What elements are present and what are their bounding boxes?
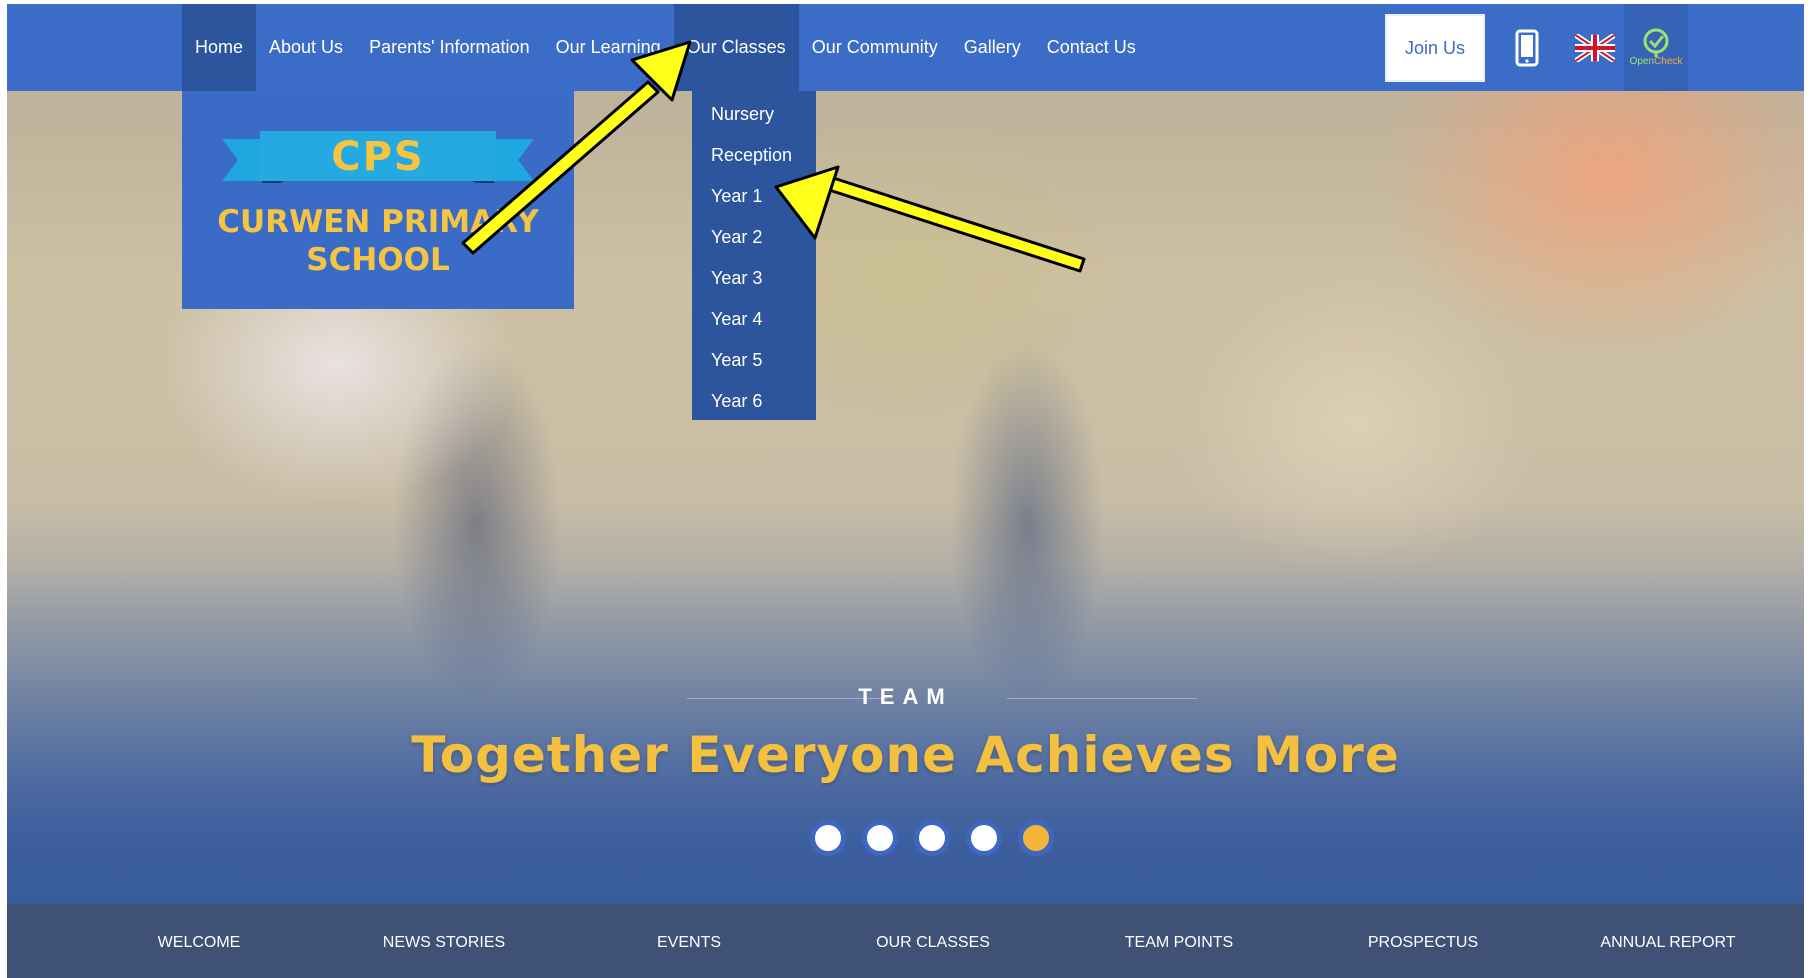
- dropdown-item-year-4[interactable]: Year 4: [692, 304, 816, 345]
- slider-pagination: [810, 820, 1054, 856]
- school-logo[interactable]: CPS CURWEN PRIMARY SCHOOL: [182, 91, 574, 309]
- nav-gallery[interactable]: Gallery: [951, 4, 1034, 91]
- slider-dot-5[interactable]: [1018, 820, 1054, 856]
- slider-dot-1[interactable]: [810, 820, 846, 856]
- quick-link-events[interactable]: EVENTS: [657, 934, 721, 952]
- quick-link-team-points[interactable]: TEAM POINTS: [1125, 934, 1233, 952]
- nav-about-us[interactable]: About Us: [256, 4, 356, 91]
- top-navigation-bar: Home About Us Parents' Information Our L…: [7, 4, 1804, 91]
- quick-links-bar: WELCOME NEWS STORIES EVENTS OUR CLASSES …: [7, 904, 1804, 978]
- main-nav: Home About Us Parents' Information Our L…: [182, 4, 1149, 91]
- opencheck-label: OpenCheck: [1630, 56, 1683, 67]
- dropdown-item-year-5[interactable]: Year 5: [692, 345, 816, 386]
- dropdown-item-year-1[interactable]: Year 1: [692, 181, 816, 222]
- browser-viewport: Home About Us Parents' Information Our L…: [7, 4, 1804, 978]
- opencheck-logo[interactable]: OpenCheck: [1624, 4, 1688, 91]
- school-name-line1: CURWEN PRIMARY: [217, 204, 539, 240]
- dropdown-item-year-3[interactable]: Year 3: [692, 263, 816, 304]
- hero-eyebrow-text: TEAM: [858, 684, 953, 709]
- quick-link-news-stories[interactable]: NEWS STORIES: [383, 934, 505, 952]
- opencheck-label-check: Check: [1654, 56, 1683, 67]
- nav-parents-information[interactable]: Parents' Information: [356, 4, 543, 91]
- quick-link-welcome[interactable]: WELCOME: [158, 934, 241, 952]
- dropdown-item-year-6[interactable]: Year 6: [692, 386, 816, 427]
- quick-link-our-classes[interactable]: OUR CLASSES: [876, 934, 990, 952]
- nav-our-classes[interactable]: Our Classes: [673, 4, 799, 91]
- hero-slogan: Together Everyone Achieves More: [411, 726, 1400, 784]
- quick-link-prospectus[interactable]: PROSPECTUS: [1368, 934, 1478, 952]
- check-circle-icon: [1643, 28, 1669, 57]
- school-name-line2: SCHOOL: [306, 242, 450, 278]
- hero-eyebrow: TEAM: [7, 684, 1804, 710]
- uk-flag-icon[interactable]: [1567, 4, 1623, 91]
- mobile-phone-icon[interactable]: [1499, 4, 1555, 91]
- nav-contact-us[interactable]: Contact Us: [1034, 4, 1149, 91]
- dropdown-item-nursery[interactable]: Nursery: [692, 99, 816, 140]
- dropdown-item-year-2[interactable]: Year 2: [692, 222, 816, 263]
- join-us-button[interactable]: Join Us: [1385, 14, 1485, 82]
- slider-dot-3[interactable]: [914, 820, 950, 856]
- dropdown-item-reception[interactable]: Reception: [692, 140, 816, 181]
- nav-home[interactable]: Home: [182, 4, 257, 91]
- school-name: CURWEN PRIMARY SCHOOL: [182, 203, 574, 279]
- slider-dot-4[interactable]: [966, 820, 1002, 856]
- nav-our-community[interactable]: Our Community: [799, 4, 951, 91]
- our-classes-dropdown: Nursery Reception Year 1 Year 2 Year 3 Y…: [692, 91, 816, 420]
- ribbon-banner-icon: [222, 131, 534, 183]
- opencheck-label-open: Open: [1629, 56, 1655, 67]
- quick-link-annual-report[interactable]: ANNUAL REPORT: [1600, 934, 1735, 952]
- slider-dot-2[interactable]: [862, 820, 898, 856]
- nav-our-learning[interactable]: Our Learning: [543, 4, 674, 91]
